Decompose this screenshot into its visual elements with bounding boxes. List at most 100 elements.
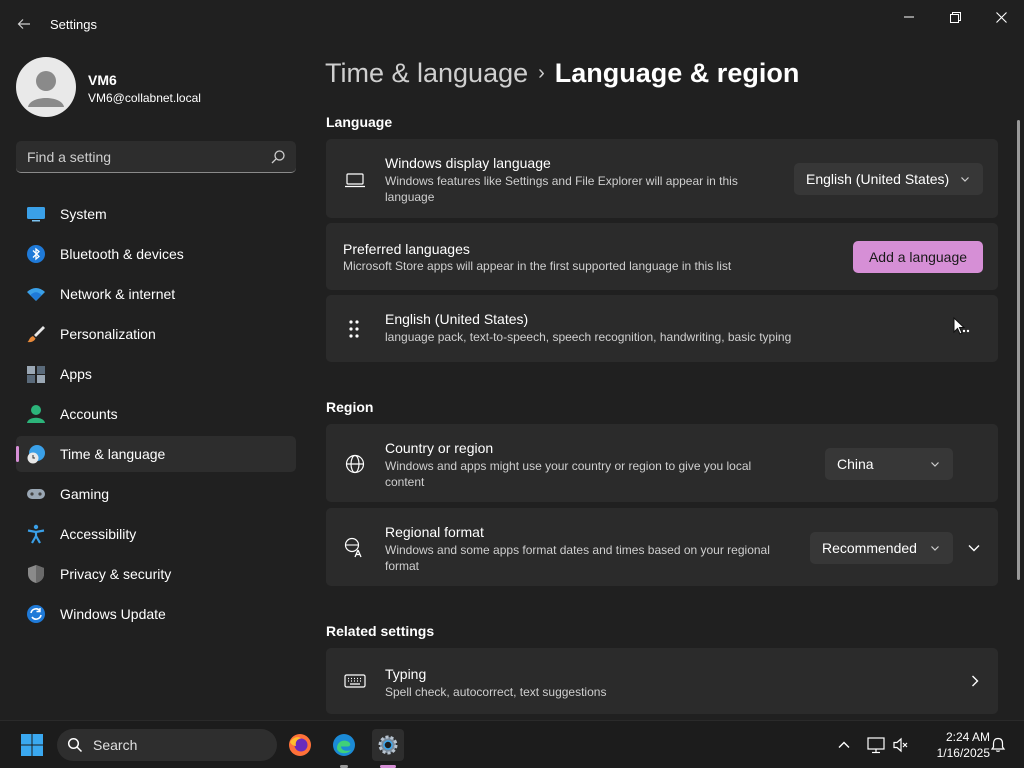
shield-icon bbox=[28, 565, 44, 583]
search-placeholder: Find a setting bbox=[27, 149, 112, 165]
sidebar-item-label: Personalization bbox=[60, 326, 156, 342]
scrollbar[interactable] bbox=[1017, 120, 1020, 580]
firefox-taskbar-button[interactable] bbox=[284, 729, 316, 761]
sidebar-item-bluetooth[interactable]: Bluetooth & devices bbox=[16, 236, 296, 272]
search-icon bbox=[67, 737, 83, 753]
sidebar-item-label: Privacy & security bbox=[60, 566, 172, 582]
firefox-icon bbox=[289, 734, 311, 756]
sidebar-item-system[interactable]: System bbox=[16, 196, 296, 232]
more-options-icon[interactable] bbox=[952, 317, 976, 339]
sidebar-item-time-language[interactable]: Time & language bbox=[16, 436, 296, 472]
card-description: language pack, text-to-speech, speech re… bbox=[385, 330, 792, 344]
back-arrow-icon bbox=[17, 19, 30, 29]
sidebar-item-accessibility[interactable]: Accessibility bbox=[16, 516, 296, 552]
card-description: Microsoft Store apps will appear in the … bbox=[343, 259, 732, 273]
close-button[interactable] bbox=[978, 2, 1024, 32]
clock-time: 2:24 AM bbox=[945, 730, 990, 744]
clock-date: 1/16/2025 bbox=[936, 746, 990, 760]
minimize-icon bbox=[904, 16, 914, 18]
sidebar-item-label: Windows Update bbox=[60, 606, 166, 622]
card-title: Preferred languages bbox=[343, 241, 470, 257]
regional-format-dropdown[interactable]: Recommended bbox=[810, 532, 953, 564]
window-title: Settings bbox=[50, 17, 97, 32]
add-language-button[interactable]: Add a language bbox=[853, 241, 983, 273]
show-hidden-icons-button[interactable] bbox=[828, 729, 860, 761]
language-entry-card: English (United States) language pack, t… bbox=[326, 295, 998, 362]
regional-format-icon bbox=[344, 537, 362, 558]
dropdown-value: Recommended bbox=[822, 540, 917, 556]
profile-email: VM6@collabnet.local bbox=[88, 91, 201, 105]
section-title-region: Region bbox=[326, 399, 374, 415]
country-dropdown[interactable]: China bbox=[825, 448, 953, 480]
card-description: Windows features like Settings and File … bbox=[385, 174, 738, 204]
card-title: Windows display language bbox=[385, 155, 551, 171]
edge-icon bbox=[333, 734, 355, 756]
sidebar-item-gaming[interactable]: Gaming bbox=[16, 476, 296, 512]
profile-name: VM6 bbox=[88, 72, 117, 88]
expand-chevron-icon[interactable] bbox=[967, 541, 981, 555]
restore-icon bbox=[949, 11, 961, 23]
taskbar-search[interactable]: Search bbox=[57, 729, 277, 761]
card-title: English (United States) bbox=[385, 311, 529, 327]
bluetooth-icon bbox=[27, 245, 45, 263]
taskbar-search-label: Search bbox=[93, 737, 138, 753]
clock-globe-icon bbox=[27, 445, 45, 464]
notifications-button[interactable] bbox=[982, 729, 1014, 761]
chevron-right-icon: › bbox=[538, 62, 545, 84]
display-language-dropdown[interactable]: English (United States) bbox=[794, 163, 983, 195]
restore-button[interactable] bbox=[932, 2, 978, 32]
typing-card[interactable]: Typing Spell check, autocorrect, text su… bbox=[326, 648, 998, 714]
card-description: Windows and apps might use your country … bbox=[385, 459, 752, 489]
chevron-down-icon bbox=[961, 177, 969, 182]
bell-icon bbox=[990, 737, 1006, 752]
gamepad-icon bbox=[27, 489, 45, 499]
card-title: Regional format bbox=[385, 524, 484, 540]
volume-button[interactable] bbox=[885, 729, 917, 761]
page-title: Language & region bbox=[554, 58, 800, 88]
taskbar-clock[interactable]: 2:24 AM 1/16/2025 bbox=[920, 729, 990, 761]
update-icon bbox=[27, 605, 45, 623]
sidebar-item-privacy[interactable]: Privacy & security bbox=[16, 556, 296, 592]
sidebar-item-network[interactable]: Network & internet bbox=[16, 276, 296, 312]
settings-taskbar-button[interactable] bbox=[372, 729, 404, 761]
network-icon bbox=[867, 737, 885, 754]
sidebar-item-label: Time & language bbox=[60, 446, 166, 462]
close-icon bbox=[995, 11, 1007, 23]
search-icon[interactable] bbox=[270, 149, 286, 165]
chevron-down-icon bbox=[931, 546, 939, 551]
globe-icon bbox=[345, 454, 365, 474]
sidebar-item-windows-update[interactable]: Windows Update bbox=[16, 596, 296, 632]
sidebar-item-label: Network & internet bbox=[60, 286, 176, 302]
breadcrumb: Time & language › Language & region bbox=[325, 58, 799, 89]
back-button[interactable] bbox=[10, 10, 38, 38]
drag-handle-icon[interactable] bbox=[346, 319, 362, 339]
active-indicator bbox=[16, 446, 19, 462]
minimize-button[interactable] bbox=[886, 2, 932, 32]
section-title-related: Related settings bbox=[326, 623, 435, 639]
card-title: Country or region bbox=[385, 440, 494, 456]
dropdown-value: English (United States) bbox=[806, 171, 950, 187]
sidebar-item-label: Accounts bbox=[60, 406, 118, 422]
sidebar-item-personalization[interactable]: Personalization bbox=[16, 316, 296, 352]
sidebar-item-accounts[interactable]: Accounts bbox=[16, 396, 296, 432]
regional-format-card[interactable]: Regional format Windows and some apps fo… bbox=[326, 508, 998, 586]
avatar[interactable] bbox=[16, 57, 76, 117]
user-silhouette-icon bbox=[28, 71, 64, 107]
start-button[interactable] bbox=[16, 729, 48, 761]
chevron-up-icon bbox=[838, 741, 850, 748]
windows-logo-icon bbox=[21, 734, 43, 756]
dropdown-value: China bbox=[837, 456, 874, 472]
system-icon bbox=[27, 207, 45, 222]
edge-taskbar-button[interactable] bbox=[328, 729, 360, 761]
sidebar-item-label: System bbox=[60, 206, 107, 222]
sidebar-item-label: Gaming bbox=[60, 486, 110, 502]
display-language-card: Windows display language Windows feature… bbox=[326, 139, 998, 218]
section-title-language: Language bbox=[326, 114, 393, 130]
search-input[interactable]: Find a setting bbox=[16, 141, 296, 173]
gear-icon bbox=[378, 735, 398, 755]
sidebar-item-apps[interactable]: Apps bbox=[16, 356, 296, 392]
sidebar-item-label: Accessibility bbox=[60, 526, 137, 542]
volume-muted-icon bbox=[893, 737, 908, 753]
sidebar-item-label: Apps bbox=[60, 366, 92, 382]
breadcrumb-parent[interactable]: Time & language bbox=[325, 58, 528, 88]
